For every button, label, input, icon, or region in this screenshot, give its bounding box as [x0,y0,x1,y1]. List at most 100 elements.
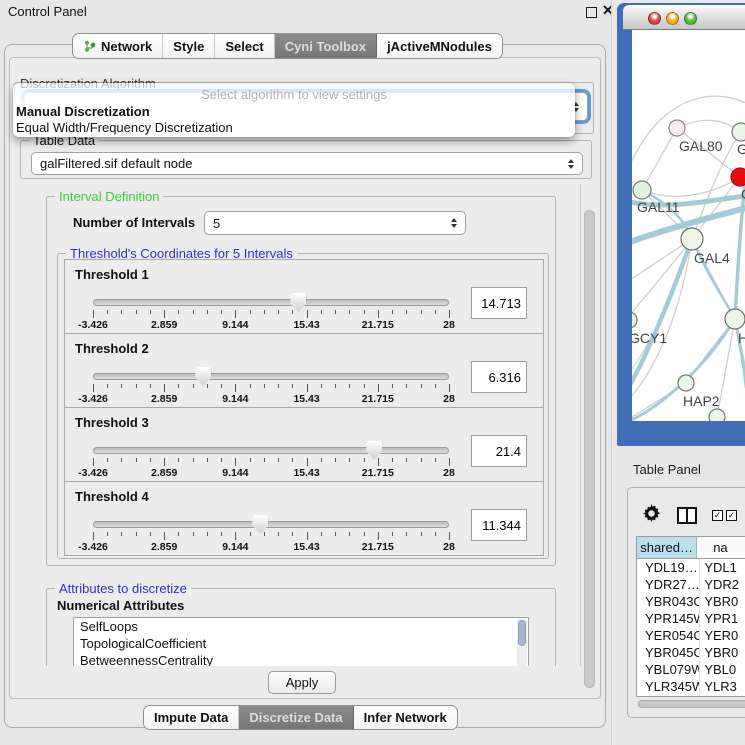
mode-tab-discretize-data[interactable]: Discretize Data [239,706,353,729]
slider-track[interactable] [93,373,449,380]
slider-track[interactable] [93,447,449,454]
number-of-intervals-combobox[interactable]: 5 [204,211,466,235]
threshold-value-field[interactable] [471,435,527,467]
cell-name: YPR1 [699,610,745,627]
split-columns-icon[interactable] [677,507,697,524]
network-node-label[interactable]: GCY1 [632,330,667,346]
tick-label: 2.859 [151,541,177,553]
threshold-value-field[interactable] [471,287,527,319]
network-node-label[interactable]: GAL11 [637,199,680,215]
attributes-group-label: Attributes to discretize [55,581,191,596]
table-header-row: shared… na [637,537,745,559]
table-row[interactable]: YBR043CYBR0 [637,593,745,610]
network-node[interactable] [678,375,694,391]
threshold-value-field[interactable] [471,509,527,541]
numerical-attributes-list[interactable]: SelfLoopsTopologicalCoefficientBetweenne… [73,617,529,666]
list-item-topologicalcoefficient[interactable]: TopologicalCoefficient [74,635,528,652]
popup-option-manual-discretization[interactable]: Manual Discretization [16,104,150,119]
table-row[interactable]: YER054CYER0 [637,627,745,644]
tab-jactivemnodules[interactable]: jActiveMNodules [377,34,502,58]
checkbox-checked-icon[interactable]: ✓ [726,510,737,521]
network-window-titlebar[interactable] [623,5,745,30]
cell-shared-name: YBR045C [637,644,699,661]
network-node-label[interactable]: C [741,186,745,202]
popup-option-equal-width-frequency[interactable]: Equal Width/Frequency Discretization [16,120,233,135]
network-node[interactable] [681,228,703,250]
list-scrollbar-thumb[interactable] [518,620,526,646]
tick-label: 9.144 [222,393,248,405]
tick-label: 15.43 [293,467,319,479]
apply-button[interactable]: Apply [268,671,336,694]
table-row[interactable]: YBR045CYBR0 [637,644,745,661]
tick-label: 21.715 [362,393,394,405]
minor-tick [435,384,436,388]
split-pane-divider[interactable] [611,0,612,745]
network-node-label[interactable]: HAP2 [683,393,720,409]
network-node-label[interactable]: H [738,330,745,346]
network-node[interactable] [709,409,725,421]
threshold-label: Threshold 4 [75,489,149,504]
table-data-combobox[interactable]: galFiltered.sif default node [31,152,583,175]
major-tick [449,310,450,318]
float-window-icon[interactable] [586,7,597,18]
list-item-betweennesscentrality[interactable]: BetweennessCentrality [74,652,528,666]
minor-tick [278,384,279,388]
cell-shared-name: YDR27… [637,576,699,593]
tab-cyni-toolbox[interactable]: Cyni Toolbox [275,34,377,58]
table-row[interactable]: YDR27…YDR2 [637,576,745,593]
table-row[interactable]: YDL19…YDL1 [637,559,745,576]
slider-thumb[interactable] [252,515,268,534]
network-node-label[interactable]: GA [737,141,745,157]
network-node[interactable] [725,309,745,329]
mode-tab-infer-network[interactable]: Infer Network [354,706,457,729]
major-tick [449,384,450,392]
gear-icon[interactable] [642,504,661,526]
thresholds-group: Threshold's Coordinates for 5 Intervals … [57,253,549,559]
column-header-shared[interactable]: shared… [637,537,697,558]
cell-shared-name: YBL079W [637,661,699,678]
network-node-label[interactable]: GAL4 [694,250,730,266]
table-row[interactable]: YBL079WYBL0 [637,661,745,678]
threshold-value-field[interactable] [471,361,527,393]
network-node[interactable] [731,168,745,186]
minimize-traffic-light[interactable] [666,12,679,25]
network-node[interactable] [632,312,637,328]
tab-network[interactable]: Network [73,34,163,58]
close-traffic-light[interactable] [648,12,661,25]
checkbox-checked-icon[interactable]: ✓ [712,510,723,521]
minor-tick [136,532,137,536]
network-node-label[interactable]: GAL80 [679,138,723,154]
table-row[interactable]: YIL052CYIL0 [637,695,745,697]
slider-track[interactable] [93,521,449,528]
minor-tick [150,310,151,314]
column-header-name[interactable]: na [697,537,745,558]
network-node[interactable] [633,181,651,199]
list-scrollbar[interactable] [517,619,527,666]
network-canvas[interactable]: GAL80 GA C GAL11 GAL4 GCY1 H HAP2 [632,30,745,421]
network-edge [677,120,741,132]
threshold-panel-1: Threshold 1-3.4262.8599.14415.4321.71528 [64,259,544,334]
minor-tick [264,532,265,536]
tab-select[interactable]: Select [215,34,274,58]
table-row[interactable]: YPR145WYPR1 [637,610,745,627]
minor-tick [321,532,322,536]
major-tick [378,384,379,392]
network-node[interactable] [669,120,685,136]
slider-track[interactable] [93,299,449,306]
tab-label: Cyni Toolbox [285,39,366,54]
main-scrollbar-thumb[interactable] [584,210,595,688]
major-tick [164,384,165,392]
tab-style[interactable]: Style [163,34,215,58]
list-item-selfloops[interactable]: SelfLoops [74,618,528,635]
network-edge [642,128,677,190]
network-view-window[interactable]: GAL80 GA C GAL11 GAL4 GCY1 H HAP2 [617,3,745,446]
minor-tick [335,532,336,536]
table-row[interactable]: YLR345WYLR3 [637,678,745,695]
mode-tab-impute-data[interactable]: Impute Data [144,706,239,729]
table-horizontal-scrollbar-thumb[interactable] [638,700,745,708]
slider-thumb[interactable] [366,441,382,460]
zoom-traffic-light[interactable] [684,12,697,25]
network-node[interactable] [732,123,745,141]
slider-thumb[interactable] [195,367,211,386]
minor-tick [221,384,222,388]
